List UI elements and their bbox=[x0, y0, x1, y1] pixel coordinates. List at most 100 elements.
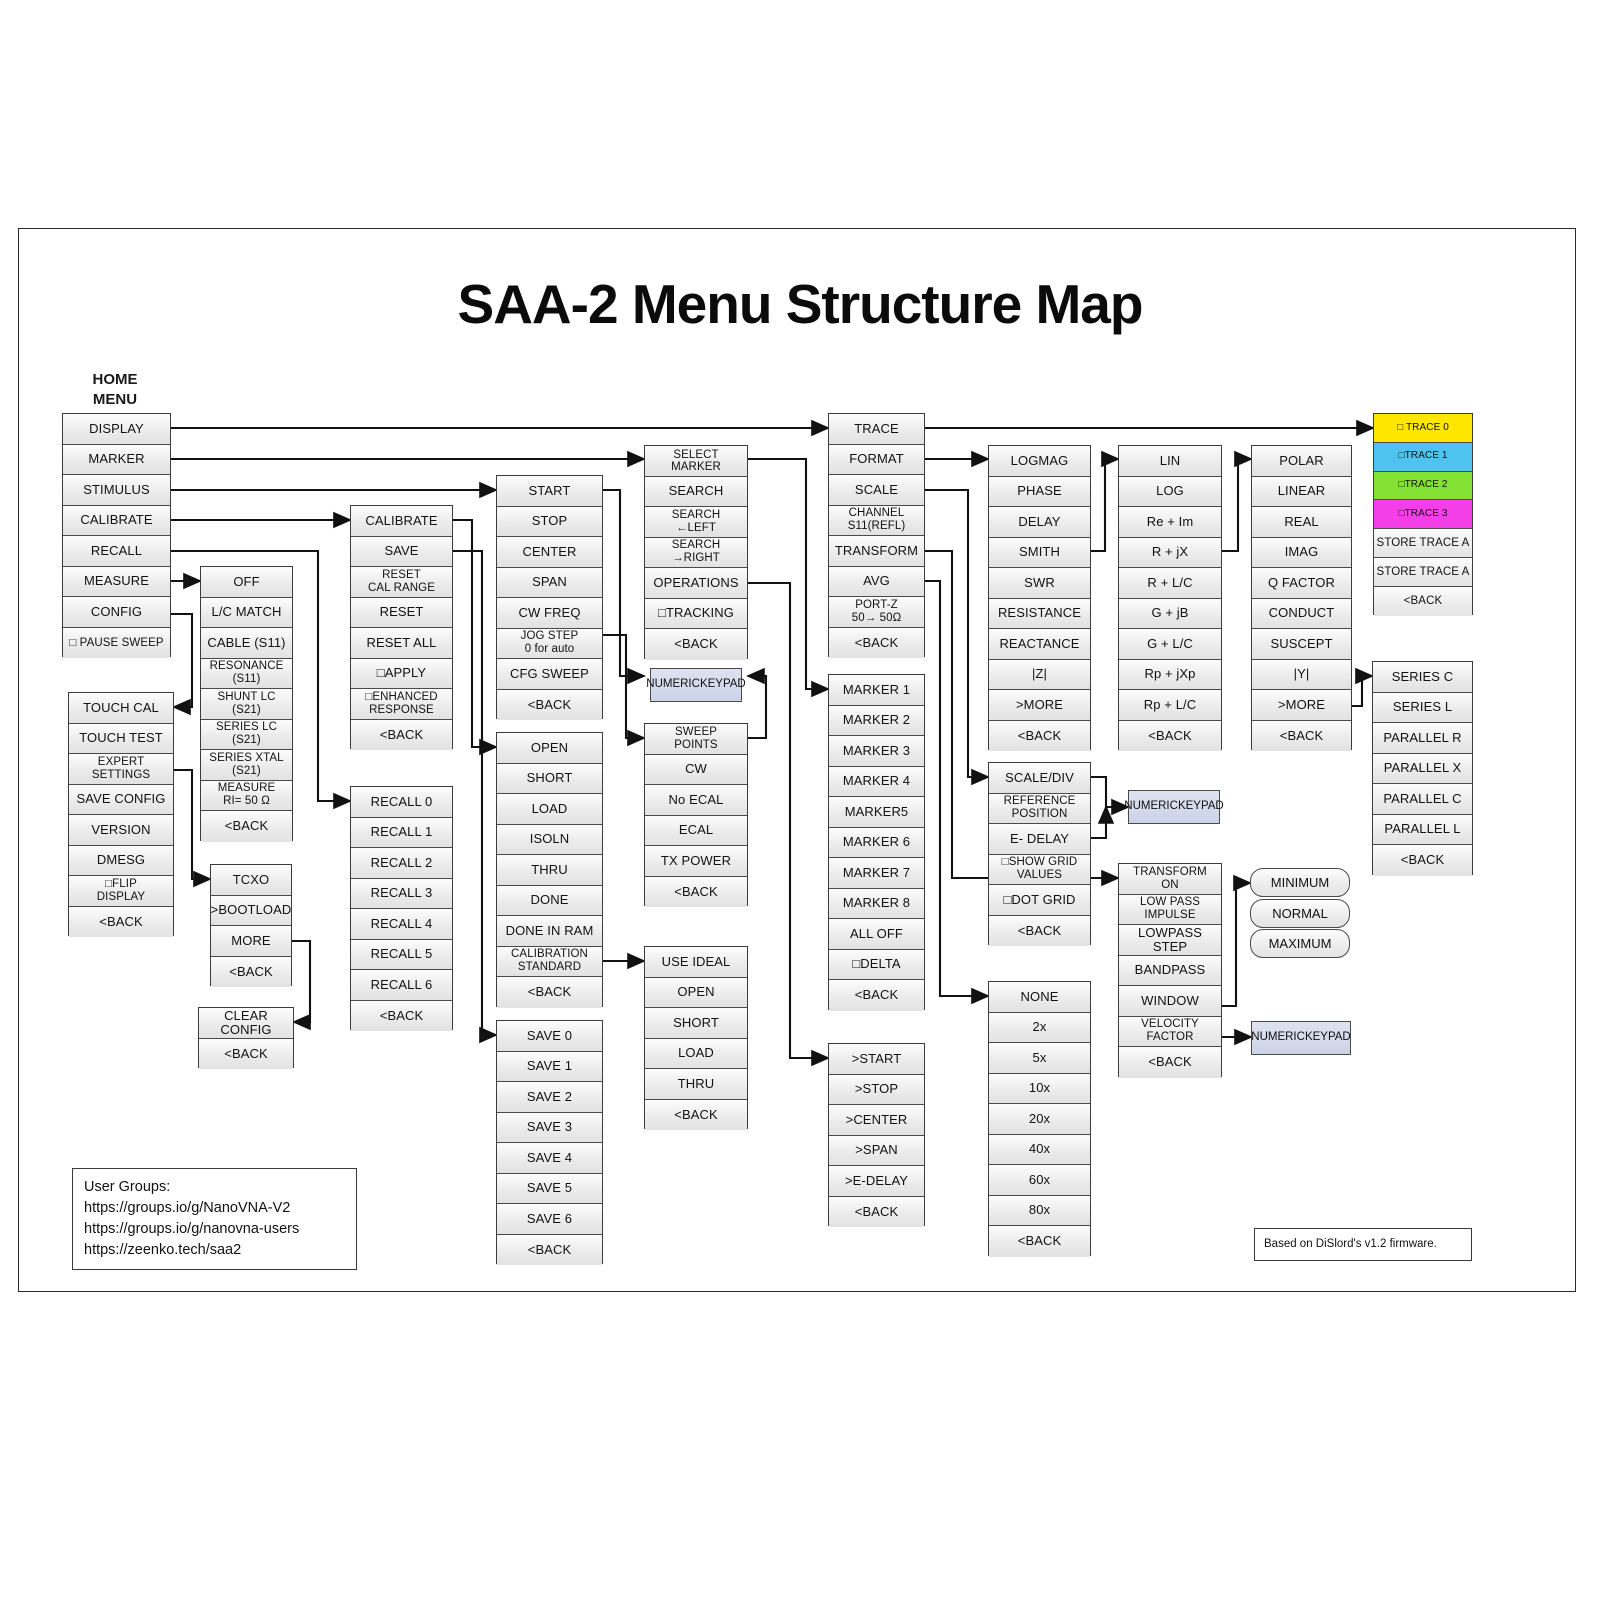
menu-item[interactable]: SERIES C bbox=[1373, 662, 1472, 693]
menu-item[interactable]: >MORE bbox=[989, 690, 1090, 721]
menu-item[interactable]: □SHOW GRID VALUES bbox=[989, 854, 1090, 885]
menu-item[interactable]: OFF bbox=[201, 567, 292, 598]
menu-item[interactable]: TRANSFORM bbox=[829, 536, 924, 567]
menu-item[interactable]: CALIBRATE bbox=[351, 506, 452, 537]
trace-item[interactable]: □ TRACE 0 bbox=[1374, 414, 1472, 443]
menu-item[interactable]: SAVE bbox=[351, 536, 452, 567]
menu-item[interactable]: >STOP bbox=[829, 1074, 924, 1105]
menu-item[interactable]: SEARCH bbox=[645, 476, 747, 507]
menu-item[interactable]: R + jX bbox=[1119, 537, 1221, 568]
menu-item[interactable]: CHANNEL S11(REFL) bbox=[829, 505, 924, 536]
menu-item[interactable]: Q FACTOR bbox=[1252, 568, 1351, 599]
menu-item[interactable]: MARKER 3 bbox=[829, 736, 924, 767]
menu-item[interactable]: DISPLAY bbox=[63, 414, 170, 445]
menu-item[interactable]: <BACK bbox=[645, 629, 747, 660]
user-groups-link[interactable]: https://groups.io/g/nanovna-users bbox=[84, 1219, 345, 1240]
menu-item[interactable]: REACTANCE bbox=[989, 629, 1090, 660]
menu-item[interactable]: SPAN bbox=[497, 567, 602, 598]
menu-item[interactable]: SWEEP POINTS bbox=[645, 724, 747, 755]
menu-item[interactable]: <BACK bbox=[989, 915, 1090, 946]
menu-item[interactable]: |Y| bbox=[1252, 659, 1351, 690]
menu-item[interactable]: CFG SWEEP bbox=[497, 659, 602, 690]
menu-item[interactable]: SEARCH ←LEFT bbox=[645, 507, 747, 538]
menu-item[interactable]: <BACK bbox=[1373, 845, 1472, 876]
menu-item[interactable]: ECAL bbox=[645, 815, 747, 846]
menu-item[interactable]: MORE bbox=[211, 926, 291, 957]
trace-item[interactable]: □TRACE 3 bbox=[1374, 500, 1472, 530]
menu-item[interactable]: CABLE (S11) bbox=[201, 628, 292, 659]
menu-item[interactable]: MARKER 7 bbox=[829, 858, 924, 889]
trace-item[interactable]: □TRACE 2 bbox=[1374, 471, 1472, 501]
menu-item[interactable]: LINEAR bbox=[1252, 476, 1351, 507]
menu-item[interactable]: CW FREQ bbox=[497, 598, 602, 629]
menu-item[interactable]: SELECT MARKER bbox=[645, 446, 747, 477]
menu-item[interactable]: <BACK bbox=[69, 906, 173, 937]
menu-item[interactable]: <BACK bbox=[351, 719, 452, 750]
menu-item[interactable]: □DOT GRID bbox=[989, 885, 1090, 916]
menu-item[interactable]: REAL bbox=[1252, 507, 1351, 538]
menu-item[interactable]: OPEN bbox=[645, 977, 747, 1008]
menu-item[interactable]: <BACK bbox=[199, 1038, 293, 1069]
menu-item[interactable]: STOP bbox=[497, 506, 602, 537]
menu-item[interactable]: 5x bbox=[989, 1043, 1090, 1074]
numeric-keypad-scale[interactable]: NUMERICKEYPAD bbox=[1124, 790, 1224, 824]
menu-item[interactable]: MINIMUM bbox=[1250, 868, 1350, 897]
menu-item[interactable]: L/C MATCH bbox=[201, 597, 292, 628]
menu-item[interactable]: CONDUCT bbox=[1252, 598, 1351, 629]
menu-item[interactable]: SUSCEPT bbox=[1252, 629, 1351, 660]
user-groups-link[interactable]: https://groups.io/g/NanoVNA-V2 bbox=[84, 1198, 345, 1219]
menu-item[interactable]: SERIES LC (S21) bbox=[201, 719, 292, 750]
menu-item[interactable]: RECALL 0 bbox=[351, 787, 452, 818]
menu-item[interactable]: NONE bbox=[989, 982, 1090, 1013]
menu-item[interactable]: 2x bbox=[989, 1012, 1090, 1043]
menu-item[interactable]: <BACK bbox=[989, 1226, 1090, 1257]
numeric-keypad-marker[interactable]: NUMERICKEYPAD bbox=[646, 668, 746, 702]
menu-item[interactable]: TOUCH CAL bbox=[69, 693, 173, 724]
menu-item[interactable]: <BACK bbox=[1252, 720, 1351, 751]
menu-item[interactable]: USE IDEAL bbox=[645, 947, 747, 978]
menu-item[interactable]: 60x bbox=[989, 1165, 1090, 1196]
menu-item[interactable]: LIN bbox=[1119, 446, 1221, 477]
menu-item[interactable]: CENTER bbox=[497, 537, 602, 568]
menu-item[interactable]: SEARCH →RIGHT bbox=[645, 537, 747, 568]
menu-item[interactable]: MARKER 8 bbox=[829, 888, 924, 919]
menu-item[interactable]: VELOCITY FACTOR bbox=[1119, 1016, 1221, 1047]
menu-item[interactable]: SAVE 2 bbox=[497, 1082, 602, 1113]
menu-item[interactable]: SHUNT LC (S21) bbox=[201, 689, 292, 720]
menu-item[interactable]: JOG STEP 0 for auto bbox=[497, 628, 602, 659]
menu-item[interactable]: RESONANCE (S11) bbox=[201, 658, 292, 689]
menu-item[interactable]: □FLIP DISPLAY bbox=[69, 876, 173, 907]
menu-item[interactable]: SAVE 4 bbox=[497, 1143, 602, 1174]
menu-item[interactable]: TX POWER bbox=[645, 846, 747, 877]
menu-item[interactable]: Rp + L/C bbox=[1119, 690, 1221, 721]
menu-item[interactable]: Re + Im bbox=[1119, 507, 1221, 538]
menu-item[interactable]: MARKER 2 bbox=[829, 705, 924, 736]
menu-item[interactable]: ISOLN bbox=[497, 824, 602, 855]
menu-item[interactable]: <BACK bbox=[351, 1000, 452, 1031]
menu-item[interactable]: >E-DELAY bbox=[829, 1166, 924, 1197]
menu-item[interactable]: >CENTER bbox=[829, 1105, 924, 1136]
menu-item[interactable]: PARALLEL C bbox=[1373, 784, 1472, 815]
menu-item[interactable]: SMITH bbox=[989, 537, 1090, 568]
menu-item[interactable]: SERIES XTAL (S21) bbox=[201, 750, 292, 781]
menu-item[interactable]: VERSION bbox=[69, 815, 173, 846]
menu-item[interactable]: AVG bbox=[829, 566, 924, 597]
menu-item[interactable]: Rp + jXp bbox=[1119, 659, 1221, 690]
menu-item[interactable]: 40x bbox=[989, 1134, 1090, 1165]
menu-item[interactable]: MEASURE bbox=[63, 566, 170, 597]
menu-item[interactable]: |Z| bbox=[989, 659, 1090, 690]
menu-item[interactable]: TRACE bbox=[829, 414, 924, 445]
menu-item[interactable]: THRU bbox=[645, 1069, 747, 1100]
menu-item[interactable]: PARALLEL R bbox=[1373, 723, 1472, 754]
menu-item[interactable]: <BACK bbox=[497, 1234, 602, 1265]
menu-item[interactable]: LOAD bbox=[645, 1038, 747, 1069]
menu-item[interactable]: TOUCH TEST bbox=[69, 723, 173, 754]
menu-item[interactable]: 20x bbox=[989, 1104, 1090, 1135]
menu-item[interactable]: □ENHANCED RESPONSE bbox=[351, 689, 452, 720]
menu-item[interactable]: REFERENCE POSITION bbox=[989, 793, 1090, 824]
menu-item[interactable]: <BACK bbox=[497, 977, 602, 1008]
menu-item[interactable]: <BACK bbox=[1119, 1047, 1221, 1078]
menu-item[interactable]: □ PAUSE SWEEP bbox=[63, 627, 170, 658]
menu-item[interactable]: <BACK bbox=[1119, 720, 1221, 751]
menu-item[interactable]: LOAD bbox=[497, 794, 602, 825]
